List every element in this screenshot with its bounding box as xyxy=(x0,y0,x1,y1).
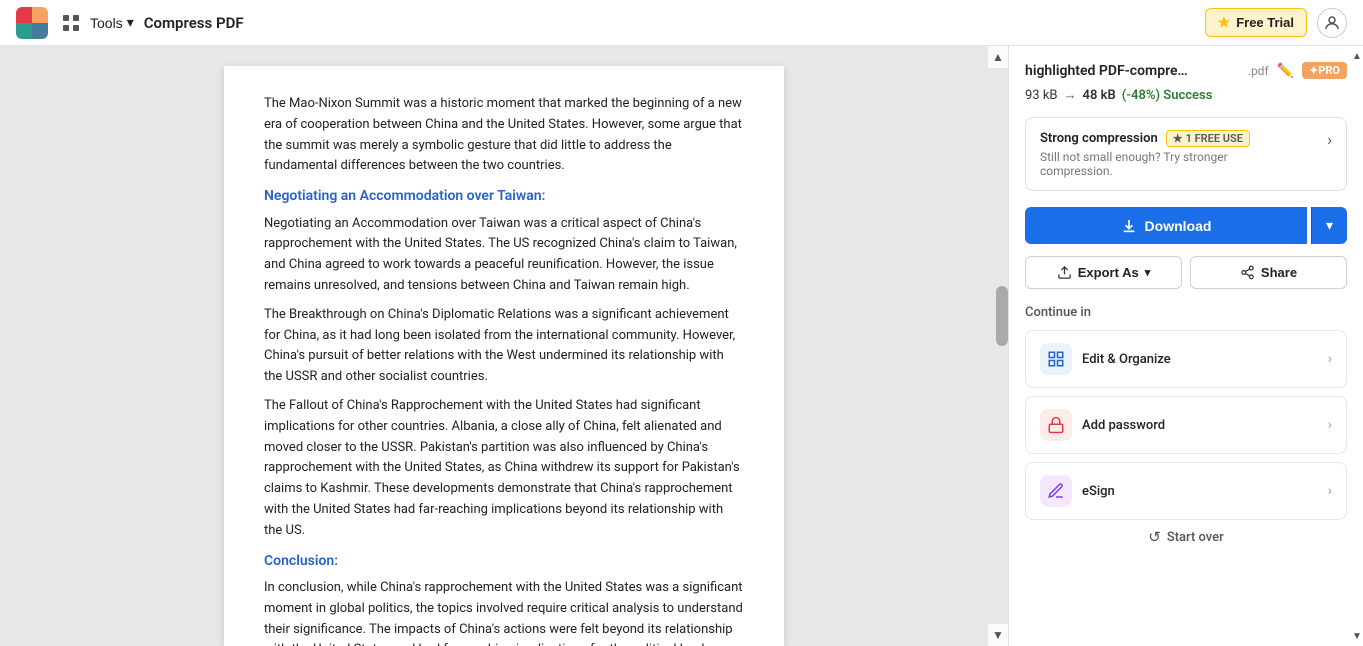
star-icon: ★ xyxy=(1218,14,1231,31)
compression-card-sub: Still not small enough? Try stronger com… xyxy=(1040,150,1250,178)
size-savings: (-48%) Success xyxy=(1122,88,1213,103)
edit-organize-label: Edit & Organize xyxy=(1082,352,1171,367)
right-panel: highlighted PDF-compre… .pdf ✏️ ✦PRO 93 … xyxy=(1008,46,1363,646)
pdf-scroll-up-button[interactable]: ▲ xyxy=(988,46,1008,68)
download-label: Download xyxy=(1145,218,1212,234)
right-panel-inner: highlighted PDF-compre… .pdf ✏️ ✦PRO 93 … xyxy=(1009,46,1363,562)
size-original: 93 kB xyxy=(1025,88,1058,103)
export-icon xyxy=(1057,265,1072,280)
pdf-scroll-down-button[interactable]: ▼ xyxy=(988,624,1008,646)
pdf-page: The Mao-Nixon Summit was a historic mome… xyxy=(224,66,784,646)
main-content: ▲ The Mao-Nixon Summit was a historic mo… xyxy=(0,46,1363,646)
download-row: Download ▾ xyxy=(1025,207,1347,244)
add-password-item[interactable]: Add password › xyxy=(1025,396,1347,454)
tools-label: Tools xyxy=(90,15,123,31)
pro-badge: ✦PRO xyxy=(1302,62,1347,79)
edit-organize-arrow-icon: › xyxy=(1328,351,1332,367)
file-name: highlighted PDF-compre… xyxy=(1025,63,1240,79)
start-over-row[interactable]: ↺ Start over xyxy=(1025,528,1347,546)
free-use-badge: ★ 1 FREE USE xyxy=(1166,130,1250,147)
edit-filename-icon[interactable]: ✏️ xyxy=(1277,63,1294,79)
pdf-section1-para3: The Fallout of China's Rapprochement wit… xyxy=(264,396,744,542)
download-button[interactable]: Download xyxy=(1025,207,1307,244)
export-chevron-icon: ▾ xyxy=(1145,266,1151,279)
pdf-section1-para2: The Breakthrough on China's Diplomatic R… xyxy=(264,305,744,388)
file-ext: .pdf xyxy=(1248,64,1269,78)
app-title: Compress PDF xyxy=(144,14,244,32)
size-compressed: 48 kB xyxy=(1083,88,1116,103)
right-panel-scroll-up[interactable]: ▲ xyxy=(1351,46,1363,66)
compression-card-arrow-icon[interactable]: › xyxy=(1327,130,1332,149)
chevron-down-icon: ▾ xyxy=(127,14,134,31)
add-password-icon xyxy=(1040,409,1072,441)
continue-label: Continue in xyxy=(1025,305,1347,320)
logo-icon xyxy=(16,7,48,39)
pdf-section2-title: Conclusion: xyxy=(264,550,744,572)
reload-icon: ↺ xyxy=(1148,528,1161,546)
edit-organize-item[interactable]: Edit & Organize › xyxy=(1025,330,1347,388)
start-over-label: Start over xyxy=(1167,530,1224,545)
share-button[interactable]: Share xyxy=(1190,256,1347,289)
pdf-section1-para1: Negotiating an Accommodation over Taiwan… xyxy=(264,214,744,297)
add-password-arrow-icon: › xyxy=(1328,417,1332,433)
arrow-icon: → xyxy=(1064,87,1077,103)
compression-card-content: Strong compression ★ 1 FREE USE Still no… xyxy=(1040,130,1250,178)
pdf-section1-title: Negotiating an Accommodation over Taiwan… xyxy=(264,185,744,207)
grid-icon[interactable] xyxy=(62,14,80,32)
pdf-intro-text: The Mao-Nixon Summit was a historic mome… xyxy=(264,94,744,177)
header-right: ★ Free Trial xyxy=(1205,8,1347,38)
add-password-label: Add password xyxy=(1082,418,1165,433)
esign-arrow-icon: › xyxy=(1328,483,1332,499)
free-trial-label: Free Trial xyxy=(1236,15,1294,30)
pdf-viewer[interactable]: ▲ The Mao-Nixon Summit was a historic mo… xyxy=(0,46,1008,646)
pdf-section2-para1: In conclusion, while China's rapprocheme… xyxy=(264,578,744,646)
compression-info: 93 kB → 48 kB (-48%) Success xyxy=(1025,87,1347,103)
export-as-label: Export As xyxy=(1078,265,1139,280)
download-dropdown-button[interactable]: ▾ xyxy=(1311,207,1347,244)
export-as-button[interactable]: Export As ▾ xyxy=(1025,256,1182,289)
header-left: Tools ▾ Compress PDF xyxy=(16,7,244,39)
compression-card-title: Strong compression ★ 1 FREE USE xyxy=(1040,130,1250,147)
esign-icon xyxy=(1040,475,1072,507)
edit-organize-icon xyxy=(1040,343,1072,375)
file-info-row: highlighted PDF-compre… .pdf ✏️ ✦PRO xyxy=(1025,62,1347,79)
compression-card[interactable]: Strong compression ★ 1 FREE USE Still no… xyxy=(1025,117,1347,191)
tools-button[interactable]: Tools ▾ xyxy=(90,14,134,31)
action-row: Export As ▾ Share xyxy=(1025,256,1347,289)
download-icon xyxy=(1121,218,1137,234)
right-panel-scroll-down[interactable]: ▼ xyxy=(1351,626,1363,646)
esign-item[interactable]: eSign › xyxy=(1025,462,1347,520)
header: Tools ▾ Compress PDF ★ Free Trial xyxy=(0,0,1363,46)
esign-label: eSign xyxy=(1082,484,1115,499)
chevron-down-icon: ▾ xyxy=(1326,217,1333,234)
pdf-scrollbar-thumb[interactable] xyxy=(996,286,1008,346)
free-trial-button[interactable]: ★ Free Trial xyxy=(1205,8,1307,37)
user-avatar[interactable] xyxy=(1317,8,1347,38)
star-small-icon: ★ xyxy=(1173,132,1183,145)
share-label: Share xyxy=(1261,265,1297,280)
share-icon xyxy=(1240,265,1255,280)
